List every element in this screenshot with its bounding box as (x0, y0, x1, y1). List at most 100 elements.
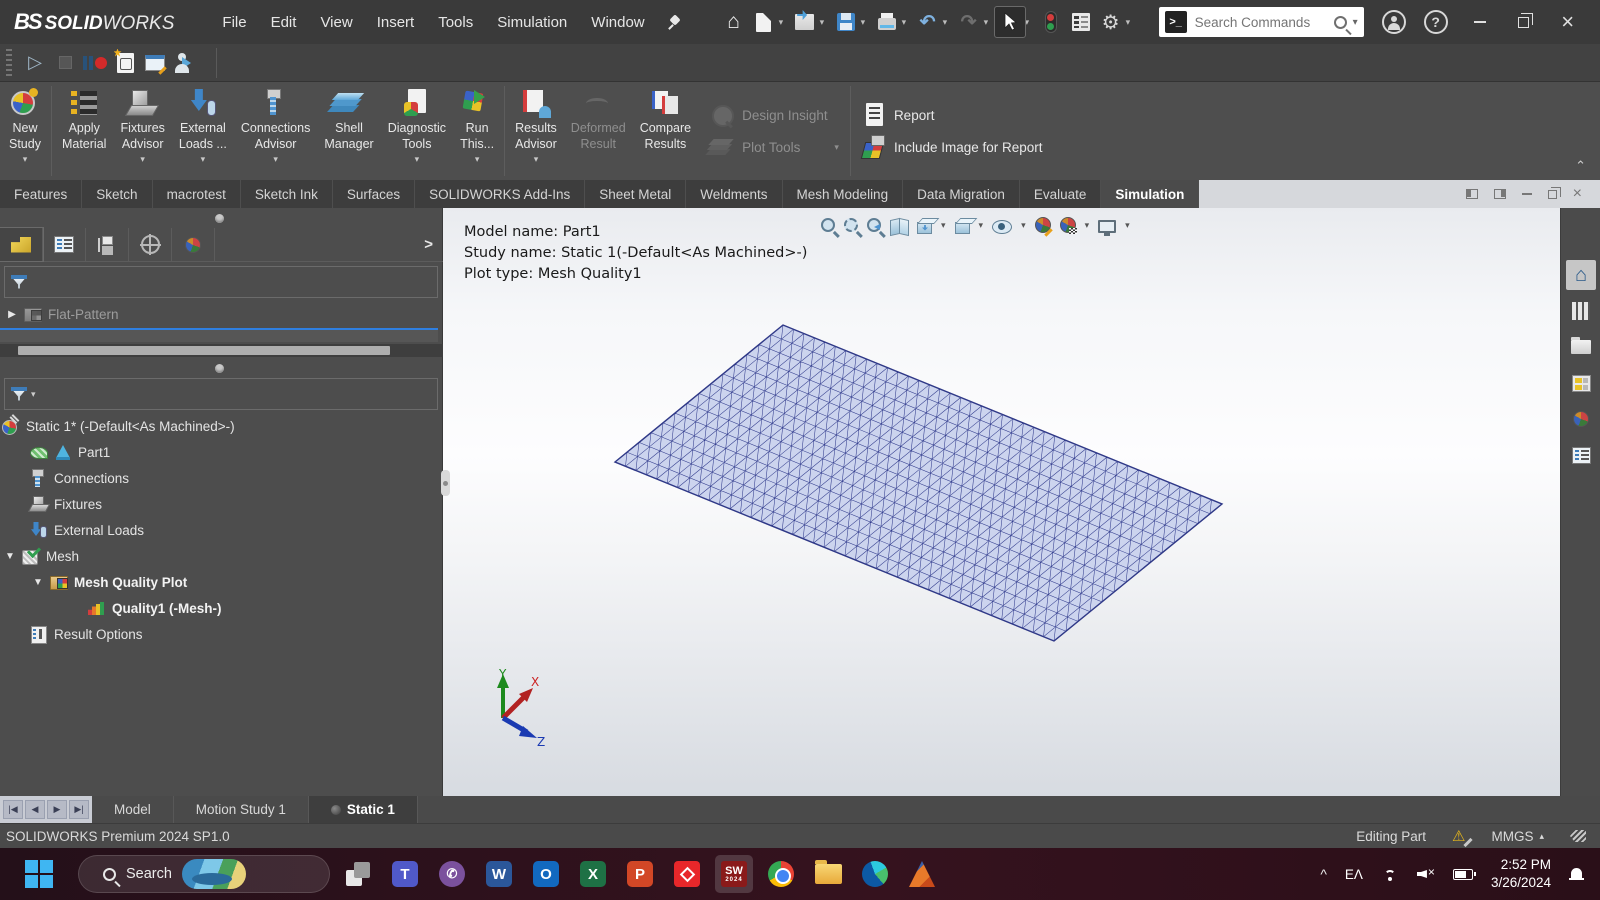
tags-icon[interactable] (1570, 830, 1586, 842)
window-close-button[interactable]: × (1546, 2, 1590, 42)
print-button[interactable] (872, 7, 902, 37)
battery-icon[interactable] (1453, 869, 1473, 880)
save-button[interactable] (831, 7, 861, 37)
menu-file[interactable]: File (210, 10, 258, 35)
menu-insert[interactable]: Insert (365, 10, 427, 35)
task-view-button[interactable] (339, 855, 377, 893)
dropdown-caret[interactable]: ▾ (201, 154, 206, 164)
redo-button[interactable]: ↷ (954, 7, 984, 37)
save-dropdown-caret[interactable]: ▾ (861, 17, 869, 28)
previous-pane-icon[interactable] (1466, 189, 1478, 199)
tab-data-migration[interactable]: Data Migration (903, 180, 1020, 208)
expander-icon[interactable]: ▼ (4, 551, 16, 562)
open-button[interactable] (790, 7, 820, 37)
volume-muted-icon[interactable] (1417, 867, 1435, 881)
open-dropdown-caret[interactable]: ▾ (820, 17, 828, 28)
expander-icon[interactable]: ▼ (32, 577, 44, 588)
options-list-button[interactable] (1066, 7, 1096, 37)
motion-study-1-tab[interactable]: Motion Study 1 (174, 796, 309, 823)
filter-caret[interactable]: ▾ (31, 389, 36, 400)
file-explorer-button[interactable] (809, 855, 847, 893)
clock[interactable]: 2:52 PM 3/26/2024 (1491, 856, 1551, 892)
search-dropdown-caret[interactable]: ▾ (1353, 17, 1358, 28)
start-button[interactable] (22, 857, 56, 891)
tab-sketch[interactable]: Sketch (82, 180, 152, 208)
tab-sketch-ink[interactable]: Sketch Ink (241, 180, 333, 208)
tray-overflow-chevron[interactable]: ^ (1320, 866, 1327, 882)
viber-app-button[interactable]: ✆ (433, 855, 471, 893)
new-dropdown-caret[interactable]: ▾ (779, 17, 787, 28)
graphics-viewport[interactable]: Model name: Part1 Study name: Static 1(-… (443, 208, 1560, 796)
menu-view[interactable]: View (308, 10, 364, 35)
tree-item-static-study[interactable]: Static 1* (-Default<As Machined>-) (2, 414, 235, 438)
include-image-for-report-button[interactable]: Include Image for Report (862, 135, 1043, 159)
dropdown-caret[interactable]: ▾ (415, 154, 420, 164)
red-diamond-app-button[interactable] (668, 855, 706, 893)
record-pause-macro-button[interactable] (80, 49, 110, 77)
display-manager-tab[interactable] (172, 228, 215, 261)
menu-window[interactable]: Window (579, 10, 656, 35)
new-macro-button[interactable] (110, 49, 140, 77)
teams-app-button[interactable]: T (386, 855, 424, 893)
panel-splitter-dot[interactable] (215, 214, 224, 223)
window-restore-button[interactable] (1502, 2, 1546, 42)
stop-macro-button[interactable] (50, 49, 80, 77)
wifi-icon[interactable] (1381, 867, 1399, 881)
scrollbar-thumb[interactable] (18, 346, 390, 355)
ribbon-collapse-chevron[interactable]: ⌃ (1575, 158, 1586, 174)
window-minimize-button[interactable] (1458, 2, 1502, 42)
search-icon[interactable] (1334, 16, 1347, 29)
report-button[interactable]: Report (862, 103, 1043, 127)
select-dropdown-caret[interactable]: ▾ (1025, 17, 1033, 28)
tab-features[interactable]: Features (0, 180, 82, 208)
search-highlight-image[interactable] (182, 859, 246, 889)
help-button[interactable]: ? (1424, 10, 1448, 34)
fixtures-advisor-button[interactable]: FixturesAdvisor ▾ (113, 84, 171, 178)
task-pane-home-button[interactable]: ⌂ (1566, 260, 1596, 290)
design-library-button[interactable] (1566, 296, 1596, 326)
tab-simulation[interactable]: Simulation (1101, 180, 1199, 208)
options-dropdown-caret[interactable]: ▾ (1126, 17, 1134, 28)
configuration-manager-tab[interactable] (86, 228, 129, 261)
connections-advisor-button[interactable]: ConnectionsAdvisor ▾ (234, 84, 318, 178)
last-tab-button[interactable]: ▶| (69, 800, 89, 819)
run-macro-button[interactable]: ▷ (20, 49, 50, 77)
rebuild-warning-icon[interactable]: ⚠ (1452, 827, 1465, 845)
tab-mesh-modeling[interactable]: Mesh Modeling (783, 180, 904, 208)
command-search-box[interactable]: >_ ▾ (1159, 7, 1364, 37)
shell-manager-button[interactable]: ShellManager (317, 84, 380, 178)
solidworks-app-button[interactable]: SW2024 (715, 855, 753, 893)
dropdown-caret[interactable]: ▾ (534, 154, 539, 164)
run-this-study-button[interactable]: RunThis... ▾ (453, 84, 501, 178)
chrome-app-button[interactable] (762, 855, 800, 893)
external-loads-advisor-button[interactable]: ExternalLoads ... ▾ (172, 84, 234, 178)
model-tab[interactable]: Model (92, 796, 174, 823)
compare-results-button[interactable]: CompareResults (633, 84, 698, 178)
results-advisor-button[interactable]: ResultsAdvisor ▾ (508, 84, 564, 178)
property-manager-tab[interactable] (43, 228, 86, 261)
menu-simulation[interactable]: Simulation (485, 10, 579, 35)
study-filter-box[interactable]: ▾ (4, 378, 438, 410)
word-app-button[interactable]: W (480, 855, 518, 893)
document-restore-icon[interactable] (1548, 190, 1557, 199)
taskbar-search-box[interactable]: Search (78, 855, 330, 893)
document-close-icon[interactable]: × (1573, 186, 1582, 202)
mesh-quality-plot-model[interactable] (443, 208, 1560, 796)
display-states-button[interactable] (1036, 7, 1066, 37)
tree-item-connections[interactable]: Connections (30, 466, 129, 490)
tab-sheet-metal[interactable]: Sheet Metal (585, 180, 686, 208)
view-palette-button[interactable] (1566, 368, 1596, 398)
edit-macro-button[interactable] (140, 49, 170, 77)
tab-surfaces[interactable]: Surfaces (333, 180, 415, 208)
tree-item-flat-pattern[interactable]: ▶ Flat-Pattern (6, 302, 119, 326)
pin-menu-icon[interactable] (667, 15, 681, 29)
feature-filter-box[interactable] (4, 266, 438, 298)
tree-item-part1[interactable]: Part1 (30, 440, 110, 464)
feature-tree-hscrollbar[interactable] (0, 344, 443, 357)
notification-bell-icon[interactable] (1569, 867, 1584, 882)
diagnostic-tools-button[interactable]: DiagnosticTools ▾ (381, 84, 453, 178)
tab-weldments[interactable]: Weldments (686, 180, 782, 208)
tree-item-mesh-quality-plot[interactable]: ▼ Mesh Quality Plot (32, 570, 187, 594)
document-minimize-icon[interactable] (1522, 193, 1532, 195)
tab-macrotest[interactable]: macrotest (153, 180, 241, 208)
